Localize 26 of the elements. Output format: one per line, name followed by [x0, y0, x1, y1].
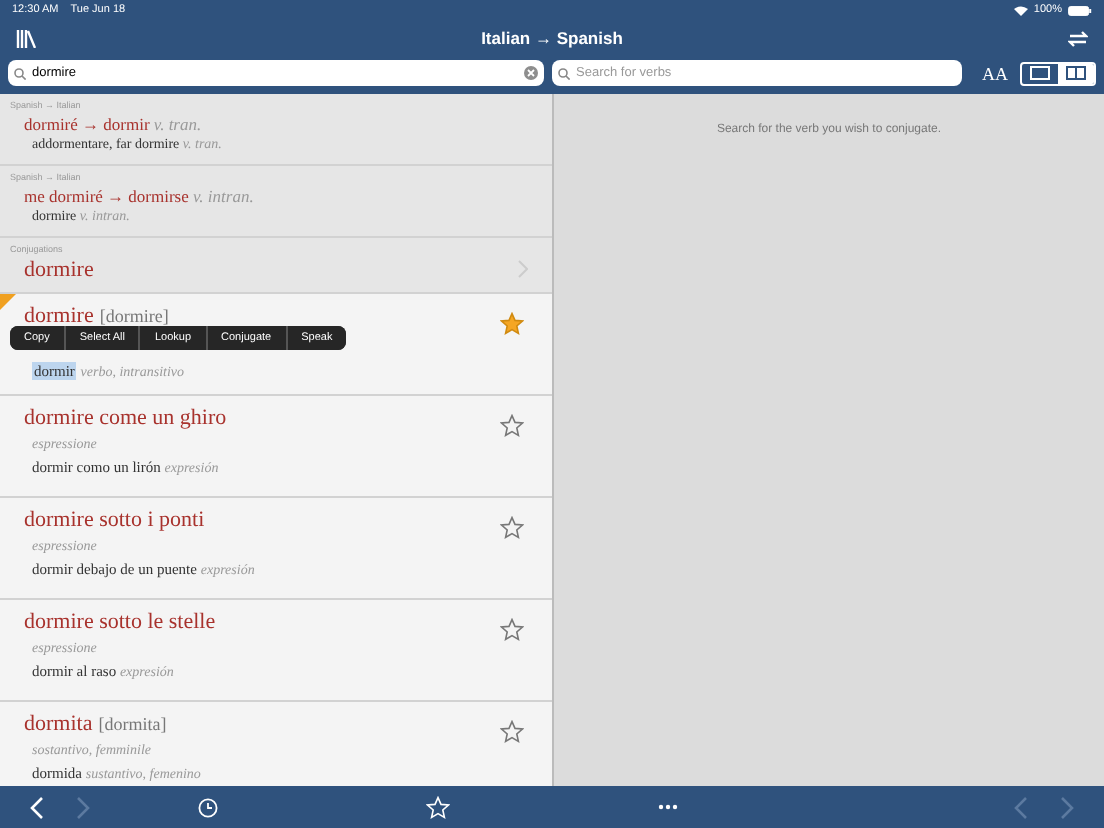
star-icon[interactable]: [500, 720, 524, 744]
star-icon[interactable]: [500, 516, 524, 540]
headword: dormire sotto i ponti: [24, 508, 207, 532]
wifi-icon: [1013, 5, 1028, 15]
font-size-button[interactable]: AA: [982, 63, 1008, 83]
history-icon[interactable]: [197, 797, 217, 817]
more-icon[interactable]: [657, 804, 677, 810]
library-icon[interactable]: [16, 29, 36, 47]
star-icon[interactable]: [500, 312, 524, 336]
window-title: Italian → Spanish: [479, 28, 625, 48]
headword: dormire come un ghiro: [24, 406, 229, 430]
swap-icon[interactable]: [1068, 29, 1088, 47]
headword: me dormiré → dormirse v. intran.: [24, 186, 256, 206]
headword: dormiré → dormir v. tran.: [24, 114, 204, 134]
battery-icon: [1068, 5, 1092, 15]
headword: dormita [dormita]: [24, 712, 169, 736]
split-pane-toggle[interactable]: [1058, 63, 1094, 83]
star-icon[interactable]: [500, 414, 524, 438]
star-icon[interactable]: [500, 618, 524, 642]
headword: dormire sotto le stelle: [24, 610, 218, 634]
headword: dormire: [24, 258, 94, 282]
headword: dormire [dormire]: [24, 304, 171, 328]
search-icon: [14, 67, 26, 79]
search-icon: [558, 67, 570, 79]
chevron-right-icon: [518, 260, 528, 278]
clear-icon[interactable]: [524, 66, 538, 80]
